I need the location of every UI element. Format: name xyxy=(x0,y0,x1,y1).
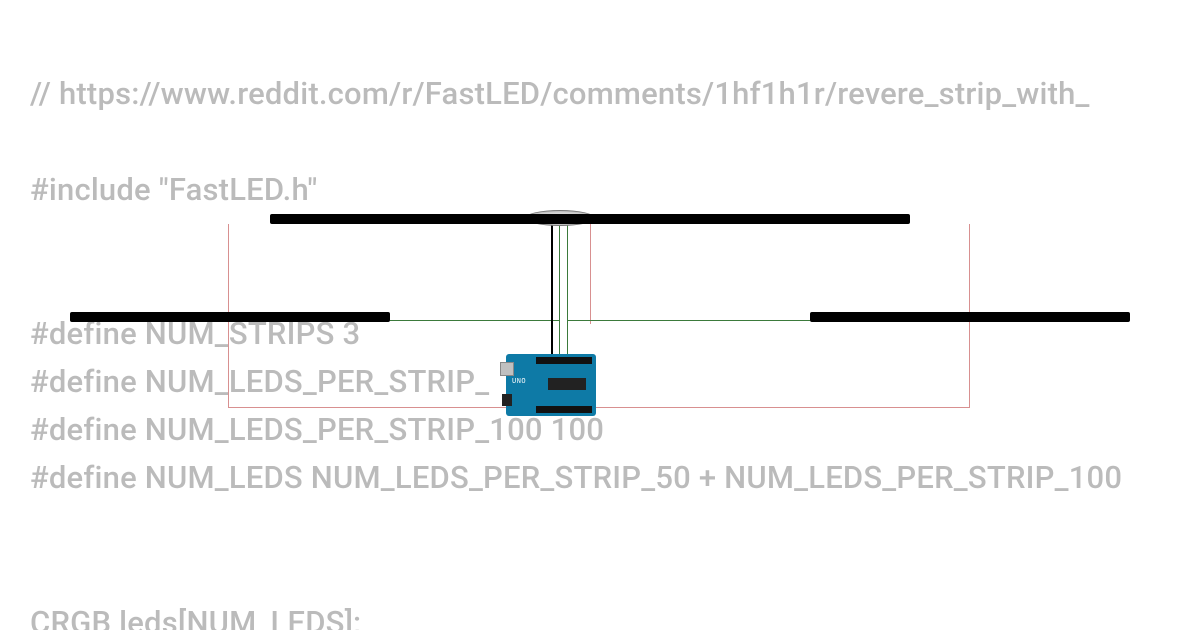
wire-gnd xyxy=(551,224,553,362)
pin-header-bottom xyxy=(536,406,592,413)
wiring-diagram: UNO xyxy=(0,0,1200,630)
pin-header-top xyxy=(536,357,592,364)
usb-port-icon xyxy=(500,362,514,376)
wire-data-vertical xyxy=(567,224,568,362)
board-label: UNO xyxy=(512,378,526,386)
wire-data-vertical xyxy=(559,224,560,362)
led-strip-top[interactable] xyxy=(270,214,910,224)
wire-data-right xyxy=(568,320,810,321)
wire-5v-drop xyxy=(590,224,591,324)
led-strip-right[interactable] xyxy=(810,312,1130,322)
mcu-chip-icon xyxy=(548,378,586,390)
arduino-uno-board[interactable]: UNO xyxy=(506,354,596,416)
wire-data-left xyxy=(390,320,560,321)
led-strip-left[interactable] xyxy=(70,312,390,322)
barrel-jack-icon xyxy=(502,394,512,406)
